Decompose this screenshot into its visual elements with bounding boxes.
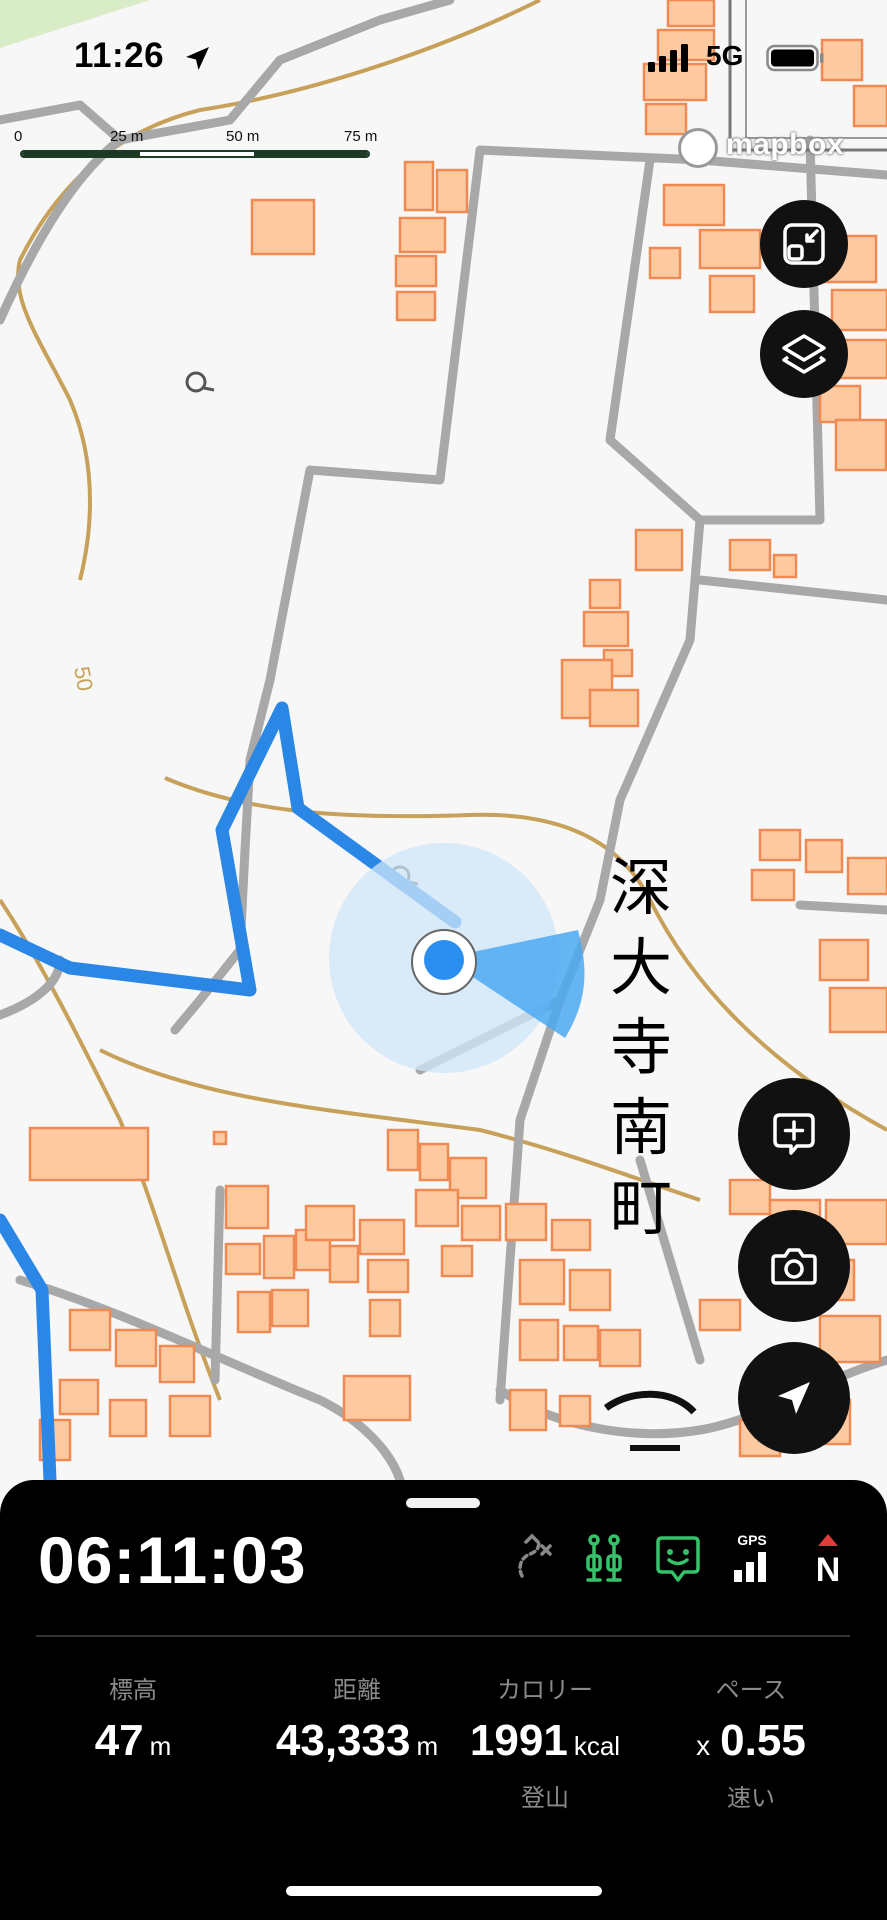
scale-label: 75 m xyxy=(344,128,378,145)
place-label-char: 大 xyxy=(609,931,672,1004)
tracking-panel[interactable]: 06:11:03 GPS N 標高 47 m 距離 43,333 m カロリー … xyxy=(0,1480,887,1920)
trekking-poles-icon[interactable] xyxy=(580,1532,628,1586)
stat-pace: ペース x 0.55 速い xyxy=(646,1670,856,1813)
pace-rating: 速い xyxy=(727,1784,775,1812)
panel-divider xyxy=(36,1635,850,1637)
place-label-partial xyxy=(603,1390,697,1415)
layers-icon xyxy=(782,334,826,374)
gps-label: GPS xyxy=(737,1532,767,1548)
place-label: 深 大 寺 南 町 xyxy=(606,848,676,1248)
status-icons: GPS N xyxy=(508,1532,868,1588)
place-label-char: 寺 xyxy=(609,1011,672,1084)
scale-graduation xyxy=(20,150,370,158)
mapbox-logo: mapbox xyxy=(676,126,872,170)
north-arrow-icon xyxy=(818,1534,838,1546)
scale-label: 0 xyxy=(14,128,23,145)
stat-value: x 0.55 xyxy=(646,1716,856,1766)
place-label-char: 南 xyxy=(609,1091,672,1164)
distance-unit: m xyxy=(416,1731,439,1761)
elapsed-time: 06:11:03 xyxy=(38,1523,307,1597)
locate-me-button[interactable] xyxy=(738,1342,850,1454)
fullscreen-icon xyxy=(783,223,825,265)
stat-calories: カロリー 1991 kcal 登山 xyxy=(440,1670,650,1813)
camera-button[interactable] xyxy=(738,1210,850,1322)
place-label-char: 町 xyxy=(609,1171,672,1244)
calories-unit: kcal xyxy=(573,1731,621,1761)
route-off-icon[interactable] xyxy=(508,1532,556,1586)
contour-elevation-label: 50 xyxy=(69,665,98,693)
status-time: 11:26 xyxy=(74,36,165,75)
scale-label: 50 m xyxy=(226,128,260,145)
stat-label: ペース xyxy=(715,1676,787,1704)
place-label-char: 深 xyxy=(609,851,672,924)
scale-label: 25 m xyxy=(110,128,144,145)
elevation-unit: m xyxy=(149,1731,172,1761)
stat-elevation: 標高 47 m xyxy=(28,1670,238,1766)
drag-handle[interactable] xyxy=(406,1498,480,1508)
location-services-icon xyxy=(186,47,209,70)
calories-value: 1991 xyxy=(469,1716,568,1765)
user-location-core xyxy=(424,940,464,980)
pace-value: 0.55 xyxy=(720,1716,806,1765)
pace-prefix: x xyxy=(696,1730,711,1761)
distance-value: 43,333 xyxy=(275,1716,411,1765)
activity-type: 登山 xyxy=(521,1784,569,1812)
stat-value: 47 m xyxy=(28,1716,238,1766)
elevation-value: 47 xyxy=(94,1716,144,1765)
navigation-arrow-icon xyxy=(778,1382,810,1414)
gps-bars-icon xyxy=(734,1552,766,1582)
stat-label: カロリー xyxy=(497,1676,593,1704)
scale-bar: 0 25 m 50 m 75 m xyxy=(14,128,394,164)
status-bar: 11:26 5G xyxy=(0,0,887,120)
zoom-in-icon xyxy=(773,1113,815,1155)
gps-signal-indicator[interactable]: GPS xyxy=(728,1532,776,1586)
stat-value: 43,333 m xyxy=(252,1716,462,1766)
network-type: 5G xyxy=(706,40,744,71)
mapbox-icon xyxy=(678,128,718,168)
compass-north-indicator[interactable]: N xyxy=(804,1532,852,1589)
layers-button[interactable] xyxy=(760,310,848,398)
zoom-in-button[interactable] xyxy=(738,1078,850,1190)
camera-icon xyxy=(771,1248,817,1285)
north-label: N xyxy=(815,1551,841,1589)
stat-distance: 距離 43,333 m xyxy=(252,1670,462,1766)
face-status-icon[interactable] xyxy=(654,1532,702,1586)
route-track-south xyxy=(0,1213,57,1487)
stat-label: 距離 xyxy=(333,1676,381,1704)
fullscreen-button[interactable] xyxy=(760,200,848,288)
cellular-signal-icon xyxy=(648,44,688,72)
battery-icon xyxy=(766,44,824,72)
mapbox-wordmark: mapbox xyxy=(726,128,845,161)
home-indicator[interactable] xyxy=(286,1886,602,1896)
stat-value: 1991 kcal xyxy=(440,1716,650,1766)
stat-label: 標高 xyxy=(109,1676,157,1704)
